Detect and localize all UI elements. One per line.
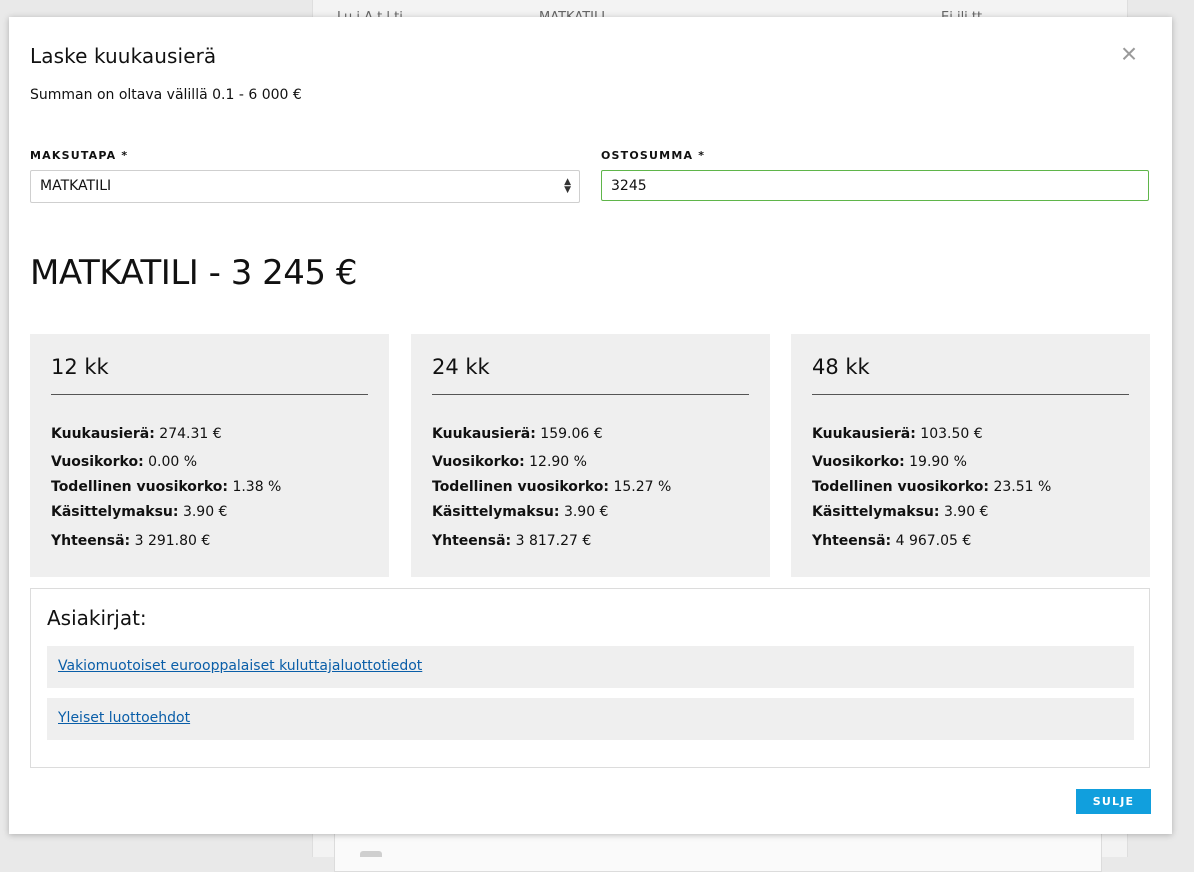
payment-method-value: MATKATILI [40, 178, 112, 194]
document-link-row: Yleiset luottoehdot [47, 698, 1134, 740]
plan-row-label: Todellinen vuosikorko: [812, 479, 989, 495]
plan-row-label: Käsittelymaksu: [432, 504, 560, 520]
plan-row-label: Kuukausierä: [432, 426, 536, 442]
select-arrows-icon: ▲ ▼ [564, 177, 571, 195]
plan-row-value: 4 967.05 € [895, 533, 972, 549]
plan-row-value: 0.00 % [148, 454, 198, 470]
plan-row-apr: Todellinen vuosikorko: 1.38 % [51, 479, 281, 495]
general-terms-link[interactable]: Yleiset luottoehdot [58, 710, 190, 726]
modal-title: Laske kuukausierä [30, 44, 217, 68]
plan-row-interest: Vuosikorko: 19.90 % [812, 454, 967, 470]
plan-row-fee: Käsittelymaksu: 3.90 € [432, 504, 608, 520]
plan-term: 48 kk [812, 355, 870, 379]
plan-row-label: Käsittelymaksu: [51, 504, 179, 520]
plan-row-label: Yhteensä: [51, 533, 131, 549]
plan-divider [812, 394, 1129, 395]
plan-row-monthly: Kuukausierä: 103.50 € [812, 426, 983, 442]
background-icon [360, 851, 382, 857]
amount-input[interactable] [601, 170, 1149, 201]
plan-row-fee: Käsittelymaksu: 3.90 € [51, 504, 227, 520]
plan-row-value: 23.51 % [993, 479, 1052, 495]
plan-row-value: 3.90 € [563, 504, 609, 520]
plan-row-total: Yhteensä: 4 967.05 € [812, 533, 971, 549]
plan-row-label: Vuosikorko: [812, 454, 905, 470]
plan-term: 12 kk [51, 355, 109, 379]
plan-row-value: 3 291.80 € [134, 533, 211, 549]
plan-row-apr: Todellinen vuosikorko: 15.27 % [432, 479, 671, 495]
plan-row-label: Vuosikorko: [51, 454, 144, 470]
plan-row-value: 103.50 € [920, 426, 983, 442]
documents-section: Asiakirjat: Vakiomuotoiset eurooppalaise… [30, 588, 1150, 768]
plan-row-total: Yhteensä: 3 817.27 € [432, 533, 591, 549]
summary-heading: MATKATILI - 3 245 € [30, 253, 357, 293]
installment-calculator-modal: Laske kuukausierä × Summan on oltava väl… [9, 17, 1172, 834]
plan-row-value: 3.90 € [182, 504, 228, 520]
document-link-row: Vakiomuotoiset eurooppalaiset kuluttajal… [47, 646, 1134, 688]
plan-row-monthly: Kuukausierä: 274.31 € [51, 426, 222, 442]
payment-method-select[interactable]: MATKATILI ▲ ▼ [30, 170, 580, 203]
amount-label: OSTOSUMMA * [601, 149, 706, 162]
plan-row-interest: Vuosikorko: 0.00 % [51, 454, 197, 470]
plan-row-label: Käsittelymaksu: [812, 504, 940, 520]
consumer-credit-info-link[interactable]: Vakiomuotoiset eurooppalaiset kuluttajal… [58, 658, 422, 674]
plan-row-value: 3.90 € [943, 504, 989, 520]
plan-card-12: 12 kk Kuukausierä: 274.31 € Vuosikorko: … [30, 334, 389, 577]
plan-row-interest: Vuosikorko: 12.90 % [432, 454, 587, 470]
plan-row-monthly: Kuukausierä: 159.06 € [432, 426, 603, 442]
plan-row-value: 1.38 % [232, 479, 282, 495]
plan-row-label: Todellinen vuosikorko: [432, 479, 609, 495]
plan-row-label: Yhteensä: [812, 533, 892, 549]
plan-row-value: 159.06 € [540, 426, 603, 442]
close-icon[interactable]: × [1117, 40, 1141, 68]
plan-card-48: 48 kk Kuukausierä: 103.50 € Vuosikorko: … [791, 334, 1150, 577]
plan-divider [51, 394, 368, 395]
plan-row-apr: Todellinen vuosikorko: 23.51 % [812, 479, 1051, 495]
plan-row-label: Yhteensä: [432, 533, 512, 549]
plan-row-label: Todellinen vuosikorko: [51, 479, 228, 495]
payment-method-label: MAKSUTAPA * [30, 149, 129, 162]
amount-range-hint: Summan on oltava välillä 0.1 - 6 000 € [30, 87, 302, 103]
plan-row-value: 19.90 % [909, 454, 967, 470]
plan-row-label: Vuosikorko: [432, 454, 525, 470]
plan-row-value: 15.27 % [613, 479, 672, 495]
background-card [334, 830, 1102, 872]
plan-row-fee: Käsittelymaksu: 3.90 € [812, 504, 988, 520]
plan-term: 24 kk [432, 355, 490, 379]
plan-card-24: 24 kk Kuukausierä: 159.06 € Vuosikorko: … [411, 334, 770, 577]
documents-title: Asiakirjat: [47, 606, 147, 630]
plan-divider [432, 394, 749, 395]
close-button[interactable]: SULJE [1076, 789, 1151, 814]
plan-row-label: Kuukausierä: [812, 426, 916, 442]
plan-row-label: Kuukausierä: [51, 426, 155, 442]
plan-row-value: 3 817.27 € [515, 533, 592, 549]
plan-row-value: 274.31 € [159, 426, 222, 442]
plan-row-total: Yhteensä: 3 291.80 € [51, 533, 210, 549]
plan-row-value: 12.90 % [529, 454, 587, 470]
